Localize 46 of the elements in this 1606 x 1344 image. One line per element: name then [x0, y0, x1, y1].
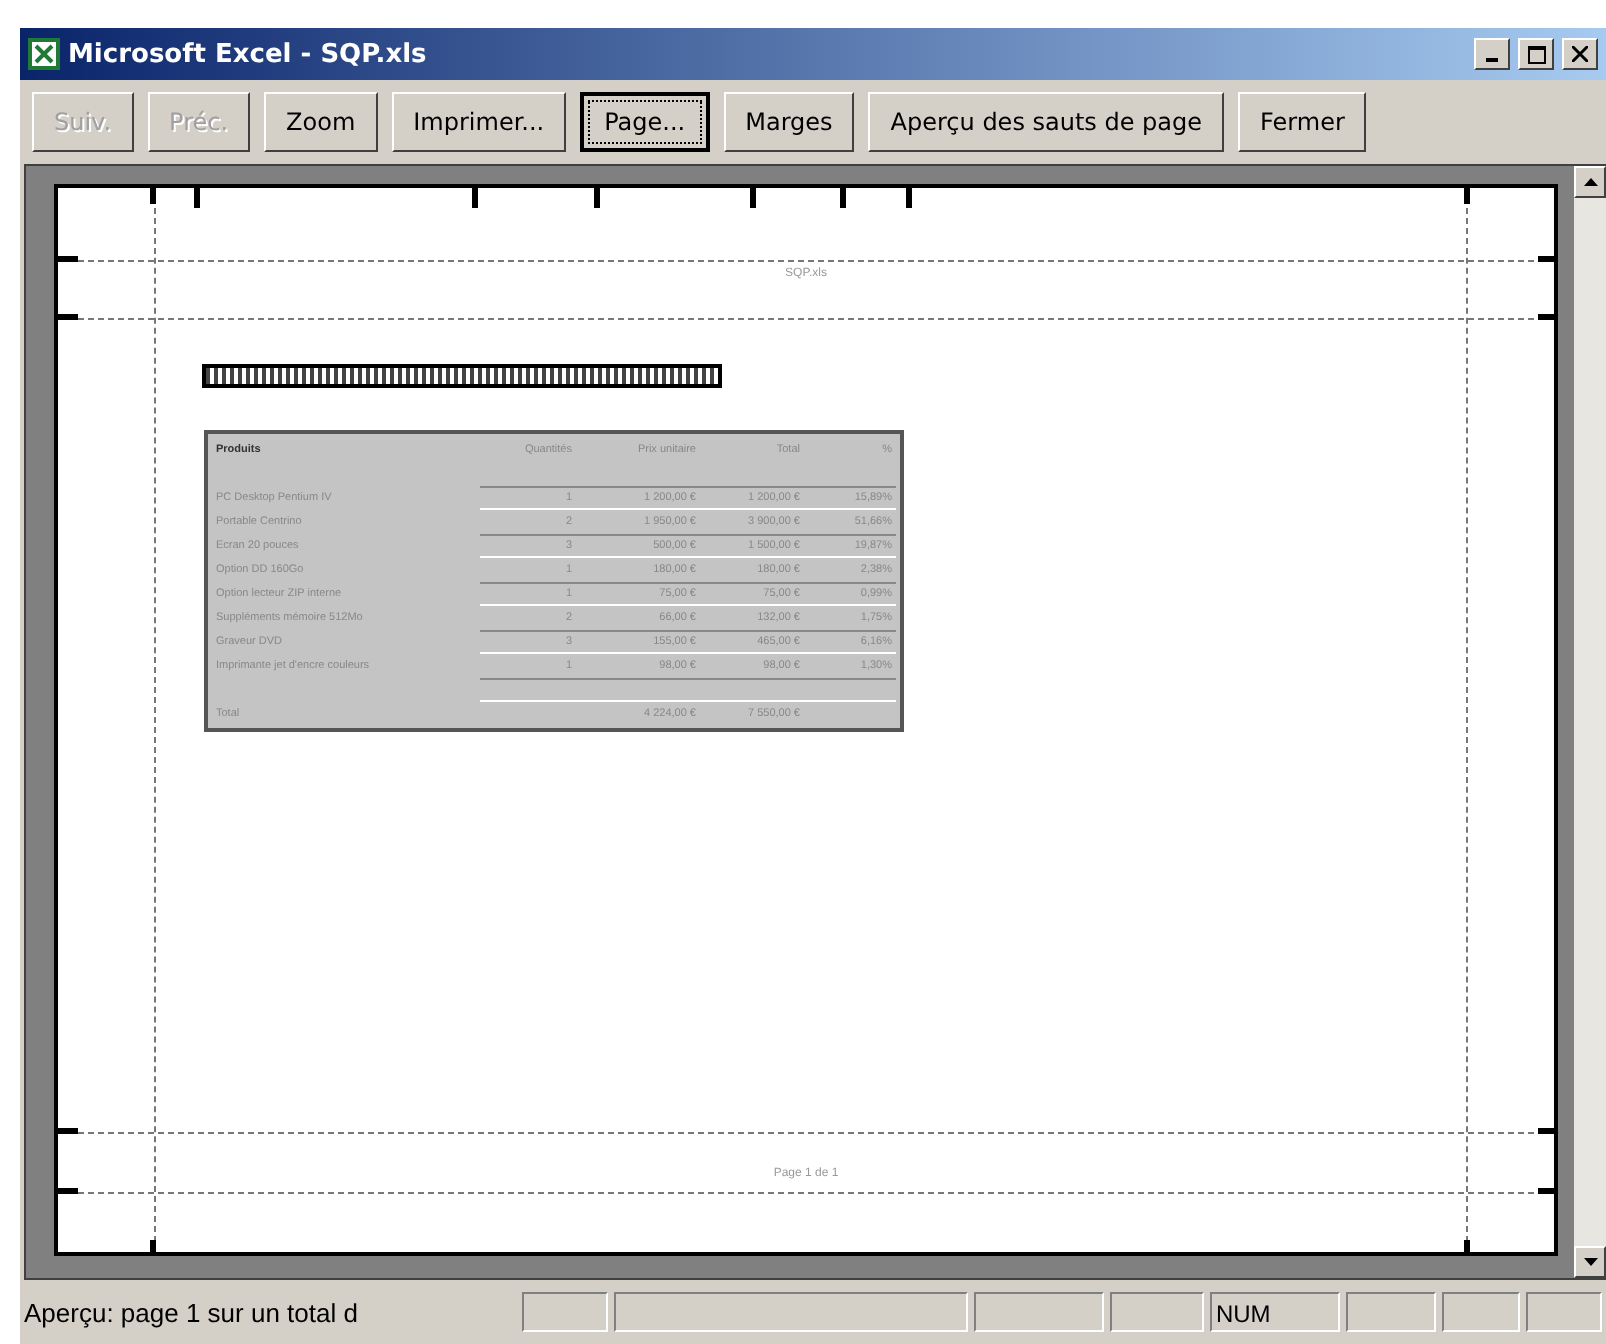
scroll-up-icon[interactable] — [1583, 178, 1597, 186]
margin-handle[interactable] — [58, 1128, 78, 1134]
toolbar-button[interactable]: Fermer — [1238, 92, 1367, 152]
toolbar-button[interactable]: Zoom — [264, 92, 378, 152]
empty-cell — [804, 678, 896, 702]
margin-handle[interactable] — [1538, 314, 1558, 320]
margin-handle[interactable] — [150, 1240, 156, 1256]
toolbar-button[interactable]: Page... — [580, 92, 710, 152]
close-icon — [1572, 46, 1588, 62]
margin-handle[interactable] — [906, 188, 912, 208]
status-panel — [1526, 1292, 1602, 1332]
margin-handle[interactable] — [750, 188, 756, 208]
margin-handle[interactable] — [58, 256, 78, 262]
margin-handle[interactable] — [594, 188, 600, 208]
margin-handle[interactable] — [1464, 1240, 1470, 1256]
status-panel — [1346, 1292, 1437, 1332]
margin-handle[interactable] — [1538, 1128, 1558, 1134]
status-panel — [973, 1292, 1105, 1332]
spreadsheet-icon — [28, 38, 60, 70]
margin-handle[interactable] — [1538, 1188, 1558, 1194]
empty-cell — [480, 678, 576, 702]
empty-cell — [700, 678, 804, 702]
status-panel — [1442, 1292, 1521, 1332]
margin-handle[interactable] — [1538, 256, 1558, 262]
status-panel: NUM — [1209, 1292, 1341, 1332]
status-panel — [522, 1292, 609, 1332]
margin-handle[interactable] — [472, 188, 478, 208]
margin-handle[interactable] — [194, 188, 200, 208]
scroll-down-icon[interactable] — [1583, 1258, 1597, 1266]
status-panel — [1110, 1292, 1204, 1332]
toolbar-button[interactable]: Aperçu des sauts de page — [868, 92, 1225, 152]
minimize-button[interactable] — [1474, 38, 1510, 70]
maximize-icon — [1527, 45, 1545, 63]
toolbar-button[interactable]: Marges — [723, 92, 855, 152]
margin-handle[interactable] — [840, 188, 846, 208]
margin-handle[interactable] — [1464, 188, 1470, 204]
margin-handle[interactable] — [58, 1188, 78, 1194]
scrollbar[interactable] — [1574, 166, 1606, 1278]
empty-cell — [576, 678, 700, 702]
window-title: Microsoft Excel - SQP.xls — [68, 39, 429, 69]
margin-handle[interactable] — [58, 314, 78, 320]
status-message: Aperçu: page 1 sur un total d — [24, 1297, 360, 1327]
maximize-button[interactable] — [1518, 38, 1554, 70]
close-button[interactable] — [1562, 38, 1598, 70]
toolbar-button[interactable]: Imprimer... — [391, 92, 567, 152]
margin-handle[interactable] — [150, 188, 156, 204]
